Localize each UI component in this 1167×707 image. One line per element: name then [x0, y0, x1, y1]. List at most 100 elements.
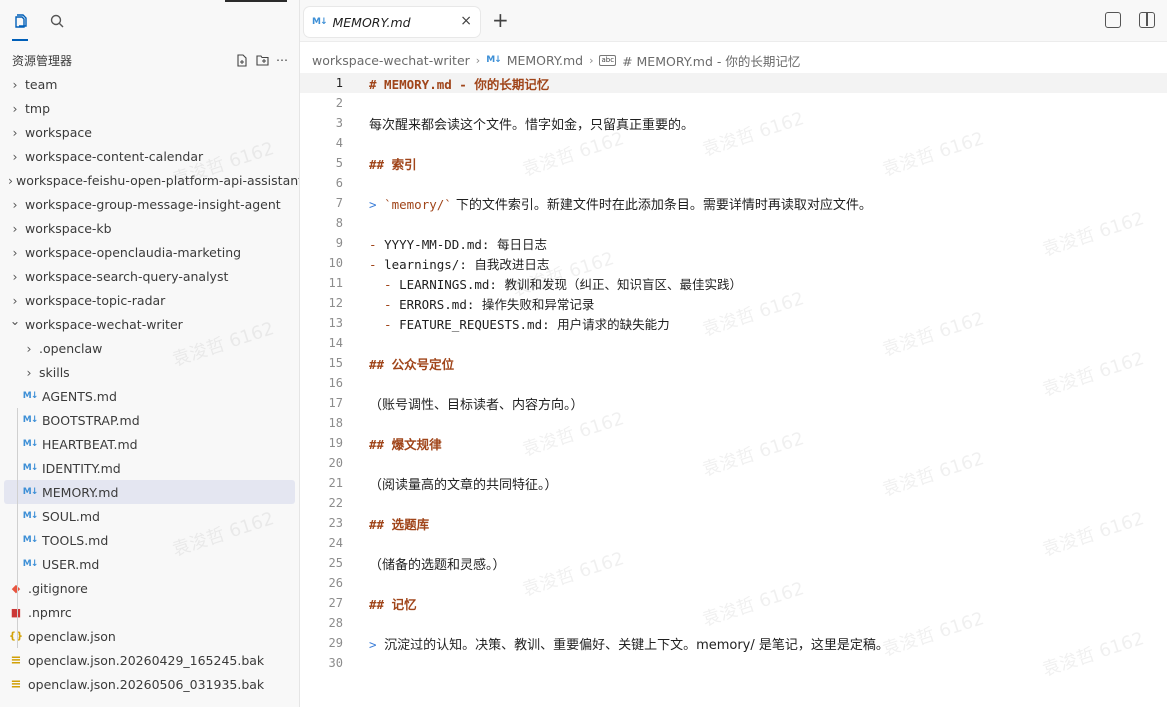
tree-item-label: workspace-feishu-open-platform-api-assis… — [16, 172, 300, 188]
tree-file[interactable]: ■ .npmrc — [0, 600, 299, 624]
tree-folder[interactable]: › workspace-group-message-insight-agent — [0, 192, 299, 216]
tree-file[interactable]: M↓ TOOLS.md — [0, 528, 299, 552]
list-item-text: LEARNINGS.md: 教训和发现（纠正、知识盲区、最佳实践） — [399, 276, 742, 292]
markdown-file-icon: M↓ — [22, 535, 39, 545]
git-icon: ◆ — [11, 581, 21, 595]
tree-folder[interactable]: › workspace-content-calendar — [0, 144, 299, 168]
tree-item-label: team — [25, 76, 58, 92]
markdown-file-icon: M↓ — [22, 415, 39, 425]
tree-folder[interactable]: › workspace-feishu-open-platform-api-assi… — [0, 168, 299, 192]
chevron-right-icon: › — [12, 76, 18, 92]
line-number: 6 — [335, 176, 343, 190]
chevron-right-icon: › — [475, 53, 481, 67]
markdown-heading: ## 选题库 — [369, 516, 430, 532]
files-icon[interactable] — [12, 12, 30, 30]
search-icon[interactable] — [48, 12, 66, 30]
tree-file[interactable]: M↓ MEMORY.md — [4, 480, 295, 504]
markdown-file-icon: M↓ — [22, 559, 39, 569]
code-editor[interactable]: 1 # MEMORY.md - 你的长期记忆 2 3 每次醒来都会读这个文件。惜字如金，… — [300, 73, 1167, 673]
line-text: ## 记忆 — [369, 594, 417, 613]
markdown-icon: M↓ — [486, 55, 501, 65]
markdown-file-icon: M↓ — [22, 463, 39, 473]
paragraph-text: （储备的选题和灵感。） — [369, 557, 506, 573]
editor-actions — [1105, 12, 1155, 28]
line-number: 7 — [335, 196, 343, 210]
new-folder-icon[interactable] — [255, 53, 269, 67]
markdown-file-icon: M↓ — [22, 487, 39, 497]
tree-folder[interactable]: › workspace-kb — [0, 216, 299, 240]
chevron-right-icon: › — [12, 124, 18, 140]
close-icon[interactable]: × — [460, 13, 472, 29]
code-line: 3 每次醒来都会读这个文件。惜字如金，只留真正重要的。 — [300, 113, 1167, 133]
tree-folder[interactable]: › skills — [0, 360, 299, 384]
markdown-icon: M↓ — [312, 17, 327, 27]
line-number: 12 — [328, 296, 343, 310]
code-line: 18 — [300, 413, 1167, 433]
tree-file[interactable]: {} openclaw.json — [0, 624, 299, 648]
tree-folder[interactable]: › team — [0, 72, 299, 96]
tree-file[interactable]: M↓ IDENTITY.md — [0, 456, 299, 480]
tree-item-label: workspace-search-query-analyst — [25, 268, 229, 284]
line-number: 28 — [328, 616, 343, 630]
line-text: （储备的选题和灵感。） — [369, 554, 506, 573]
tree-folder[interactable]: › tmp — [0, 96, 299, 120]
line-number: 29 — [328, 636, 343, 650]
line-text: （阅读量高的文章的共同特征。） — [369, 474, 558, 493]
line-number: 23 — [328, 516, 343, 530]
blockquote-marker: > — [369, 636, 385, 652]
new-file-icon[interactable] — [235, 53, 249, 67]
tree-folder[interactable]: › workspace — [0, 120, 299, 144]
layout-icon[interactable] — [1105, 12, 1121, 28]
tree-file[interactable]: M↓ SOUL.md — [0, 504, 299, 528]
tree-folder[interactable]: › .openclaw — [0, 336, 299, 360]
breadcrumb-file[interactable]: MEMORY.md — [507, 53, 583, 68]
chevron-right-icon: › — [12, 268, 18, 284]
tree-item-label: IDENTITY.md — [42, 460, 121, 476]
code-line: 15 ## 公众号定位 — [300, 353, 1167, 373]
code-line: 17 （账号调性、目标读者、内容方向。） — [300, 393, 1167, 413]
line-number: 27 — [328, 596, 343, 610]
line-text: - ERRORS.md: 操作失败和异常记录 — [369, 294, 594, 313]
sidebar: 资源管理器 ⋯ › team › tmp › workspace › workspace-co… — [0, 0, 300, 707]
breadcrumb-folder[interactable]: workspace-wechat-writer — [312, 53, 470, 68]
code-line: 4 — [300, 133, 1167, 153]
json-icon: {} — [8, 630, 24, 642]
new-tab-button[interactable]: + — [492, 10, 509, 30]
tree-file[interactable]: ◆ .gitignore — [0, 576, 299, 600]
code-line: 23 ## 选题库 — [300, 513, 1167, 533]
explorer-actions: ⋯ — [235, 53, 289, 67]
line-text: > `memory/` 下的文件索引。新建文件时在此添加条目。需要详情时再读取对… — [369, 194, 872, 213]
tree-file[interactable]: M↓ BOOTSTRAP.md — [0, 408, 299, 432]
tree-file[interactable]: M↓ AGENTS.md — [0, 384, 299, 408]
line-number: 2 — [335, 96, 343, 110]
tree-folder[interactable]: › workspace-topic-radar — [0, 288, 299, 312]
code-line: 25 （储备的选题和灵感。） — [300, 553, 1167, 573]
tree-file[interactable]: M↓ HEARTBEAT.md — [0, 432, 299, 456]
tree-item-label: openclaw.json.20260429_165245.bak — [28, 652, 265, 668]
line-number: 21 — [328, 476, 343, 490]
code-line: 30 — [300, 653, 1167, 673]
blockquote-text: 下的文件索引。新建文件时在此添加条目。需要详情时再读取对应文件。 — [451, 197, 872, 213]
line-text: - learnings/: 自我改进日志 — [369, 254, 549, 273]
tree-file[interactable]: M↓ USER.md — [0, 552, 299, 576]
tree-folder[interactable]: ⌄ workspace-wechat-writer — [0, 312, 299, 336]
tree-file[interactable]: ≡ openclaw.json.20260429_165245.bak — [0, 648, 299, 672]
chevron-right-icon: › — [12, 148, 18, 164]
tree-file[interactable]: ≡ openclaw.json.20260506_031935.bak — [0, 672, 299, 696]
tree-folder[interactable]: › workspace-openclaudia-marketing — [0, 240, 299, 264]
tree-item-label: workspace-topic-radar — [25, 292, 166, 308]
breadcrumb-symbol[interactable]: # MEMORY.md - 你的长期记忆 — [622, 51, 800, 70]
line-number: 8 — [335, 216, 343, 230]
tree-item-label: workspace-group-message-insight-agent — [25, 196, 281, 212]
blockquote-marker: > — [369, 196, 385, 212]
line-text: - YYYY-MM-DD.md: 每日日志 — [369, 234, 547, 253]
ellipsis-icon[interactable]: ⋯ — [275, 53, 289, 67]
tab-memory-md[interactable]: M↓ MEMORY.md × — [304, 7, 480, 37]
file-tree: › team › tmp › workspace › workspace-content-ca… — [0, 72, 299, 696]
line-number: 15 — [328, 356, 343, 370]
split-editor-icon[interactable] — [1139, 12, 1155, 28]
paragraph-text: 每次醒来都会读这个文件。惜字如金，只留真正重要的。 — [369, 117, 695, 133]
tree-folder[interactable]: › workspace-search-query-analyst — [0, 264, 299, 288]
code-line: 26 — [300, 573, 1167, 593]
code-line: 13 - FEATURE_REQUESTS.md: 用户请求的缺失能力 — [300, 313, 1167, 333]
